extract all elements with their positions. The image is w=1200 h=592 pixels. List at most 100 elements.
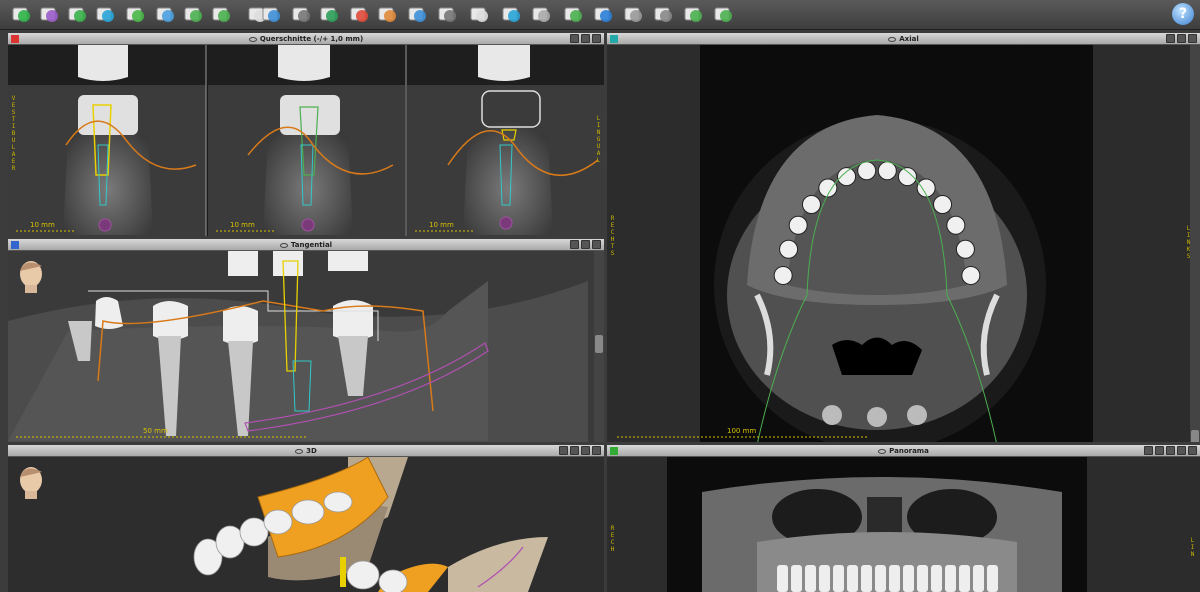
- cut-tool-2-icon[interactable]: [710, 2, 736, 26]
- axial-tooth: [946, 215, 966, 235]
- axial-title: Axial: [899, 35, 919, 43]
- head-orientation-icon-3d[interactable]: [16, 465, 46, 499]
- axis-tool-icon[interactable]: [316, 2, 342, 26]
- axial-scrollbar[interactable]: [1190, 45, 1200, 442]
- scale-label-2: 10 mm: [230, 221, 255, 229]
- panorama-tooth: [805, 565, 816, 592]
- panorama-title: Panorama: [889, 447, 929, 455]
- cross-section-title: Querschnitte (-/+ 1,0 mm): [259, 35, 364, 43]
- cross-section-views[interactable]: 10 mm 10 mm 10 mm VESTIBULAER LINGUAL: [8, 45, 604, 236]
- panorama-tooth: [987, 565, 998, 592]
- pin-tool-2-icon[interactable]: [208, 2, 234, 26]
- drill-guide-icon[interactable]: [620, 2, 646, 26]
- lingual-label: LINGUAL: [596, 115, 601, 164]
- pin-icon[interactable]: [1155, 446, 1164, 455]
- eye-icon[interactable]: [295, 448, 304, 454]
- axial-tooth: [933, 195, 953, 215]
- pin-icon[interactable]: [581, 240, 590, 249]
- undo-icon[interactable]: [434, 2, 460, 26]
- tangential-view[interactable]: 50 mm: [8, 251, 604, 442]
- axial-view[interactable]: 100 mm RECHTS LINKS: [607, 45, 1200, 442]
- segment-tool-3-icon[interactable]: [64, 2, 90, 26]
- export-tool-icon[interactable]: [650, 2, 676, 26]
- panel-color-marker: [610, 447, 618, 455]
- tangential-panel[interactable]: Tangential 50 mm: [8, 239, 604, 442]
- visibility-icon[interactable]: [559, 446, 568, 455]
- cross-section-title-bar: Querschnitte (-/+ 1,0 mm): [8, 33, 604, 45]
- menu-icon[interactable]: [1177, 446, 1186, 455]
- panorama-panel[interactable]: Panorama RECH LIN: [607, 445, 1200, 592]
- 3d-panel[interactable]: 3D: [8, 445, 604, 592]
- vestibular-label: VESTIBULAER: [11, 95, 16, 172]
- eye-icon[interactable]: [878, 448, 887, 454]
- panorama-left-label: LIN: [1190, 537, 1195, 558]
- panel-color-marker: [11, 241, 19, 249]
- sleeve-tool-icon[interactable]: [590, 2, 616, 26]
- axial-tooth: [955, 239, 975, 259]
- annotate-tool-icon[interactable]: [374, 2, 400, 26]
- segment-tool-4-icon[interactable]: [92, 2, 118, 26]
- pin-icon[interactable]: [581, 34, 590, 43]
- maximize-icon[interactable]: [1188, 446, 1197, 455]
- panorama-tooth: [847, 565, 858, 592]
- bridge-tool-icon[interactable]: [528, 2, 554, 26]
- cube-view-icon[interactable]: [258, 2, 284, 26]
- layout-icon[interactable]: [570, 34, 579, 43]
- panorama-title-bar: Panorama: [607, 445, 1200, 457]
- 3d-title-bar: 3D: [8, 445, 604, 457]
- panorama-tooth: [875, 565, 886, 592]
- pin-icon[interactable]: [1177, 34, 1186, 43]
- cut-tool-1-icon[interactable]: [680, 2, 706, 26]
- panorama-view[interactable]: RECH LIN: [607, 457, 1200, 592]
- 3d-view[interactable]: [8, 457, 604, 592]
- panorama-tooth: [903, 565, 914, 592]
- segment-tool-2-icon[interactable]: [36, 2, 62, 26]
- cross-section-panel[interactable]: Querschnitte (-/+ 1,0 mm) 10 mm 10 mm 10…: [8, 33, 604, 236]
- panel-controls: [570, 34, 601, 44]
- scale-label-1: 10 mm: [30, 221, 55, 229]
- panorama-tooth: [819, 565, 830, 592]
- eye-icon[interactable]: [279, 242, 288, 248]
- axial-tooth: [788, 215, 808, 235]
- help-icon[interactable]: ?: [1172, 3, 1194, 25]
- tangential-title: Tangential: [290, 241, 333, 249]
- nerve-tool-icon[interactable]: [122, 2, 148, 26]
- main-toolbar: ?: [0, 0, 1200, 30]
- panorama-tooth: [931, 565, 942, 592]
- axial-scroll-thumb[interactable]: [1191, 430, 1199, 442]
- implant-tool-icon[interactable]: [152, 2, 178, 26]
- tooth-icon[interactable]: [466, 2, 492, 26]
- settings-icon[interactable]: [1166, 446, 1175, 455]
- axial-tooth: [961, 265, 981, 285]
- crown-tool-icon[interactable]: [498, 2, 524, 26]
- cross-section-slice-2: [208, 45, 405, 236]
- layout-icon[interactable]: [570, 240, 579, 249]
- pin-tool-1-icon[interactable]: [180, 2, 206, 26]
- eye-icon[interactable]: [248, 36, 257, 42]
- abutment-tool-icon[interactable]: [560, 2, 586, 26]
- maximize-icon[interactable]: [1188, 34, 1197, 43]
- volume-cube-icon[interactable]: [404, 2, 430, 26]
- tangential-scroll-thumb[interactable]: [595, 335, 603, 353]
- maximize-icon[interactable]: [592, 34, 601, 43]
- dental-planning-app: ? Querschnitte (-/+ 1,0 mm) 10 mm 10 mm …: [0, 0, 1200, 592]
- axial-scale-label: 100 mm: [727, 427, 757, 435]
- tangential-scrollbar[interactable]: [594, 251, 604, 442]
- pin-icon[interactable]: [581, 446, 590, 455]
- maximize-icon[interactable]: [592, 240, 601, 249]
- measure-tool-icon[interactable]: [346, 2, 372, 26]
- panorama-tooth: [833, 565, 844, 592]
- maximize-icon[interactable]: [592, 446, 601, 455]
- layout-icon[interactable]: [1144, 446, 1153, 455]
- panel-controls: [570, 240, 601, 250]
- panel-controls: [559, 446, 601, 456]
- layout-icon[interactable]: [570, 446, 579, 455]
- segment-tool-1-icon[interactable]: [8, 2, 34, 26]
- head-orientation-icon[interactable]: [16, 259, 46, 293]
- layout-icon[interactable]: [1166, 34, 1175, 43]
- panel-controls: [1144, 446, 1197, 456]
- crosshair-icon[interactable]: [288, 2, 314, 26]
- eye-icon[interactable]: [888, 36, 897, 42]
- axial-panel[interactable]: Axial 100 mm R E C H T S L I N K S: [607, 33, 1200, 442]
- axial-tooth: [877, 161, 897, 181]
